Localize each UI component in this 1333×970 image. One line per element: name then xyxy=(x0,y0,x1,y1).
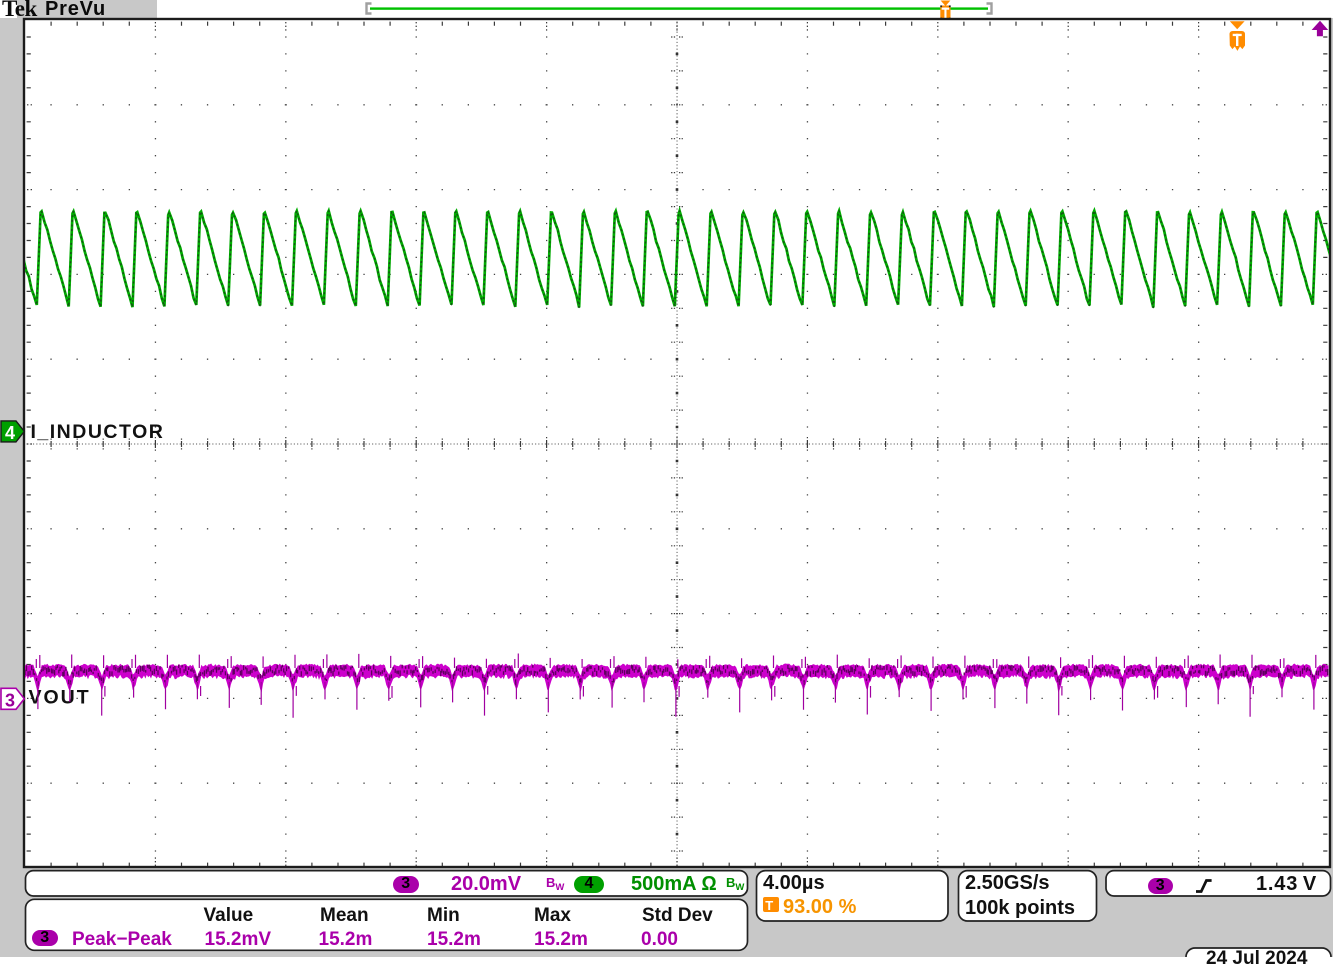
svg-text:I_INDUCTOR: I_INDUCTOR xyxy=(31,421,165,443)
svg-text:4: 4 xyxy=(5,423,15,443)
svg-text:3: 3 xyxy=(5,691,15,711)
